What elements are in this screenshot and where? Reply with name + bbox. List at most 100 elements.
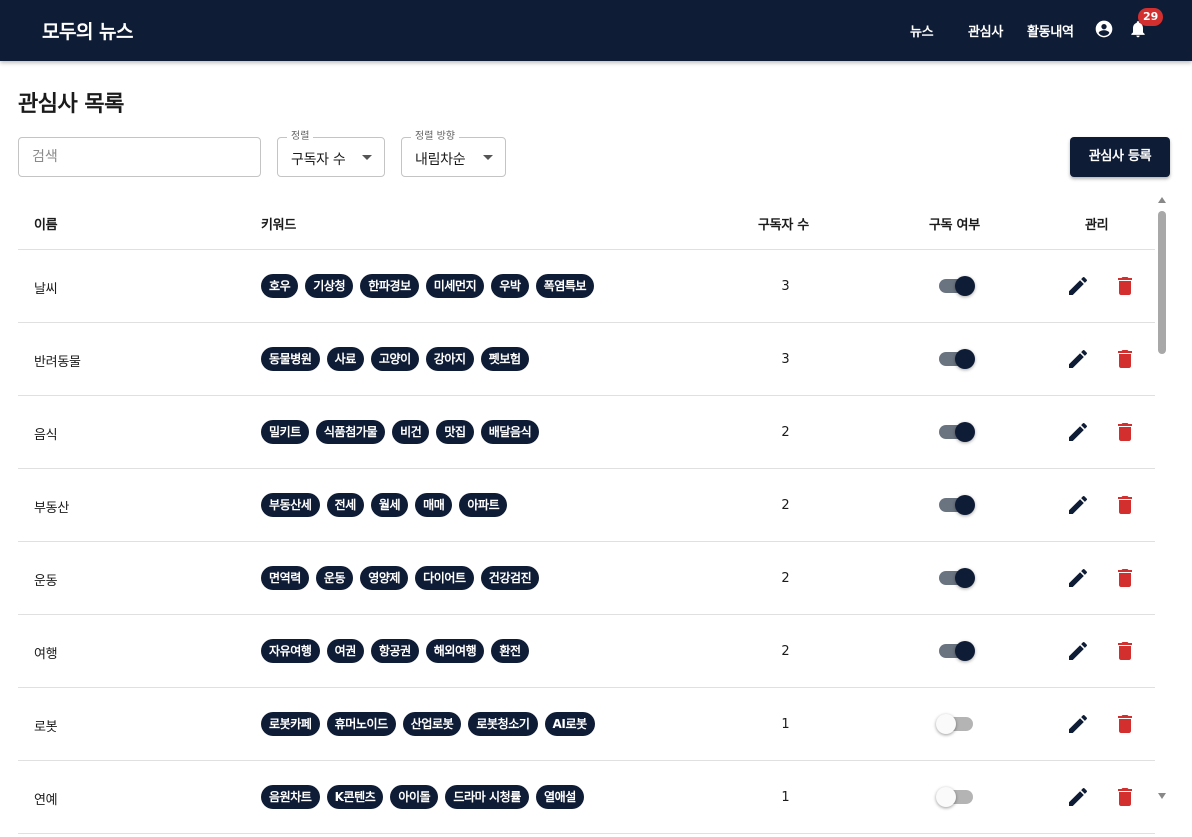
pencil-icon: [1069, 641, 1088, 660]
pencil-icon: [1069, 714, 1088, 733]
order-select-value: 내림차순: [415, 152, 466, 168]
pencil-icon: [1069, 422, 1088, 441]
register-interest-button[interactable]: 관심사 등록: [1070, 137, 1170, 177]
keyword-chip: K콘텐츠: [326, 785, 384, 809]
table-scrollbar[interactable]: [1155, 195, 1170, 805]
keyword-chip: 고양이: [370, 347, 419, 371]
subscribe-toggle[interactable]: [938, 275, 976, 297]
keyword-chip: 항공권: [370, 639, 419, 663]
nav-interests[interactable]: 관심사: [968, 21, 1003, 40]
dropdown-arrow-icon: [483, 155, 493, 160]
delete-button[interactable]: [1113, 712, 1137, 736]
subscribe-toggle[interactable]: [938, 348, 976, 370]
pencil-icon: [1069, 787, 1088, 806]
subscriber-count: 1: [781, 717, 790, 732]
nav-activity[interactable]: 활동내역: [1027, 21, 1074, 40]
delete-button[interactable]: [1113, 639, 1137, 663]
column-header-subscribers: 구독자 수: [758, 218, 809, 233]
keyword-chip: 해외여행: [425, 639, 485, 663]
delete-button[interactable]: [1113, 785, 1137, 809]
table-row: 부동산 부동산세 전세 월세 매매 아파트 2: [18, 469, 1155, 542]
order-select[interactable]: 정렬 방향 내림차순: [401, 130, 506, 177]
keyword-chip: 영양제: [360, 566, 409, 590]
keyword-chip: 전세: [326, 493, 364, 517]
interest-table: 이름 키워드 구독자 수 구독 여부 관리 날씨 호우 기상청 한파경보 미세먼지 우박 폭…: [18, 195, 1155, 837]
interest-name: 로봇: [34, 720, 58, 735]
keyword-chip: 기상청: [305, 274, 354, 298]
keyword-chip: 휴머노이드: [326, 712, 396, 736]
subscriber-count: 3: [781, 279, 790, 294]
interest-name: 부동산: [34, 501, 69, 516]
subscriber-count: 3: [781, 352, 790, 367]
sort-select[interactable]: 정렬 구독자 수: [277, 130, 385, 177]
delete-button[interactable]: [1113, 274, 1137, 298]
table-header: 이름 키워드 구독자 수 구독 여부 관리: [18, 195, 1155, 250]
keyword-chip: 펫보험: [480, 347, 529, 371]
toggle-thumb: [955, 495, 975, 515]
delete-button[interactable]: [1113, 420, 1137, 444]
keyword-chip: 드라마 시청률: [445, 785, 529, 809]
column-header-manage: 관리: [1085, 218, 1109, 233]
delete-button[interactable]: [1113, 566, 1137, 590]
subscribe-toggle[interactable]: [936, 786, 976, 808]
column-header-name: 이름: [34, 218, 58, 233]
trash-icon: [1118, 569, 1132, 587]
keyword-chips: 자유여행 여권 항공권 해외여행 환전: [261, 639, 529, 663]
keyword-chip: 폭염특보: [535, 274, 595, 298]
edit-button[interactable]: [1066, 639, 1090, 663]
keyword-chip: AI로봇: [544, 712, 595, 736]
keyword-chip: 로봇카페: [261, 712, 320, 736]
keyword-chip: 산업로봇: [402, 712, 462, 736]
toggle-thumb: [936, 787, 956, 807]
nav-news[interactable]: 뉴스: [910, 21, 934, 40]
table-row: 반려동물 동물병원 사료 고양이 강아지 펫보험 3: [18, 323, 1155, 396]
scroll-up-arrow-icon[interactable]: [1158, 197, 1166, 203]
scroll-down-arrow-icon[interactable]: [1158, 793, 1166, 799]
keyword-chip: 음원차트: [261, 785, 320, 809]
account-circle-icon[interactable]: [1094, 19, 1114, 39]
pencil-icon: [1069, 276, 1088, 295]
keyword-chip: 부동산세: [261, 493, 320, 517]
subscribe-toggle[interactable]: [938, 421, 976, 443]
subscribe-toggle[interactable]: [936, 713, 976, 735]
keyword-chip: 로봇청소기: [468, 712, 538, 736]
search-input[interactable]: [18, 137, 261, 177]
keyword-chip: 면역력: [261, 566, 309, 590]
keyword-chip: 사료: [326, 347, 364, 371]
dropdown-arrow-icon: [362, 155, 372, 160]
table-row: 연예 음원차트 K콘텐츠 아이돌 드라마 시청률 열애설 1: [18, 761, 1155, 834]
delete-button[interactable]: [1113, 347, 1137, 371]
interest-name: 음식: [34, 428, 58, 443]
subscribe-toggle[interactable]: [938, 494, 976, 516]
keyword-chip: 매매: [415, 493, 453, 517]
order-select-label: 정렬 방향: [411, 130, 459, 144]
edit-button[interactable]: [1066, 712, 1090, 736]
edit-button[interactable]: [1066, 566, 1090, 590]
edit-button[interactable]: [1066, 420, 1090, 444]
delete-button[interactable]: [1113, 493, 1137, 517]
brand-logo[interactable]: 모두의 뉴스: [42, 17, 134, 44]
subscriber-count: 2: [781, 498, 790, 513]
toggle-thumb: [955, 641, 975, 661]
keyword-chip: 아파트: [459, 493, 508, 517]
trash-icon: [1118, 423, 1132, 441]
trash-icon: [1118, 715, 1132, 733]
pencil-icon: [1069, 568, 1088, 587]
sort-select-value: 구독자 수: [291, 152, 346, 168]
subscribe-toggle[interactable]: [938, 640, 976, 662]
pencil-icon: [1069, 495, 1088, 514]
edit-button[interactable]: [1066, 493, 1090, 517]
keyword-chip: 우박: [491, 274, 529, 298]
scrollbar-thumb[interactable]: [1158, 211, 1166, 354]
subscriber-count: 2: [781, 644, 790, 659]
subscribe-toggle[interactable]: [938, 567, 976, 589]
table-row: 날씨 호우 기상청 한파경보 미세먼지 우박 폭염특보 3: [18, 250, 1155, 323]
pencil-icon: [1069, 349, 1088, 368]
toggle-thumb: [955, 349, 975, 369]
keyword-chip: 배달음식: [480, 420, 540, 444]
edit-button[interactable]: [1066, 347, 1090, 371]
interest-name: 날씨: [34, 282, 58, 297]
edit-button[interactable]: [1066, 785, 1090, 809]
toggle-thumb: [955, 276, 975, 296]
edit-button[interactable]: [1066, 274, 1090, 298]
